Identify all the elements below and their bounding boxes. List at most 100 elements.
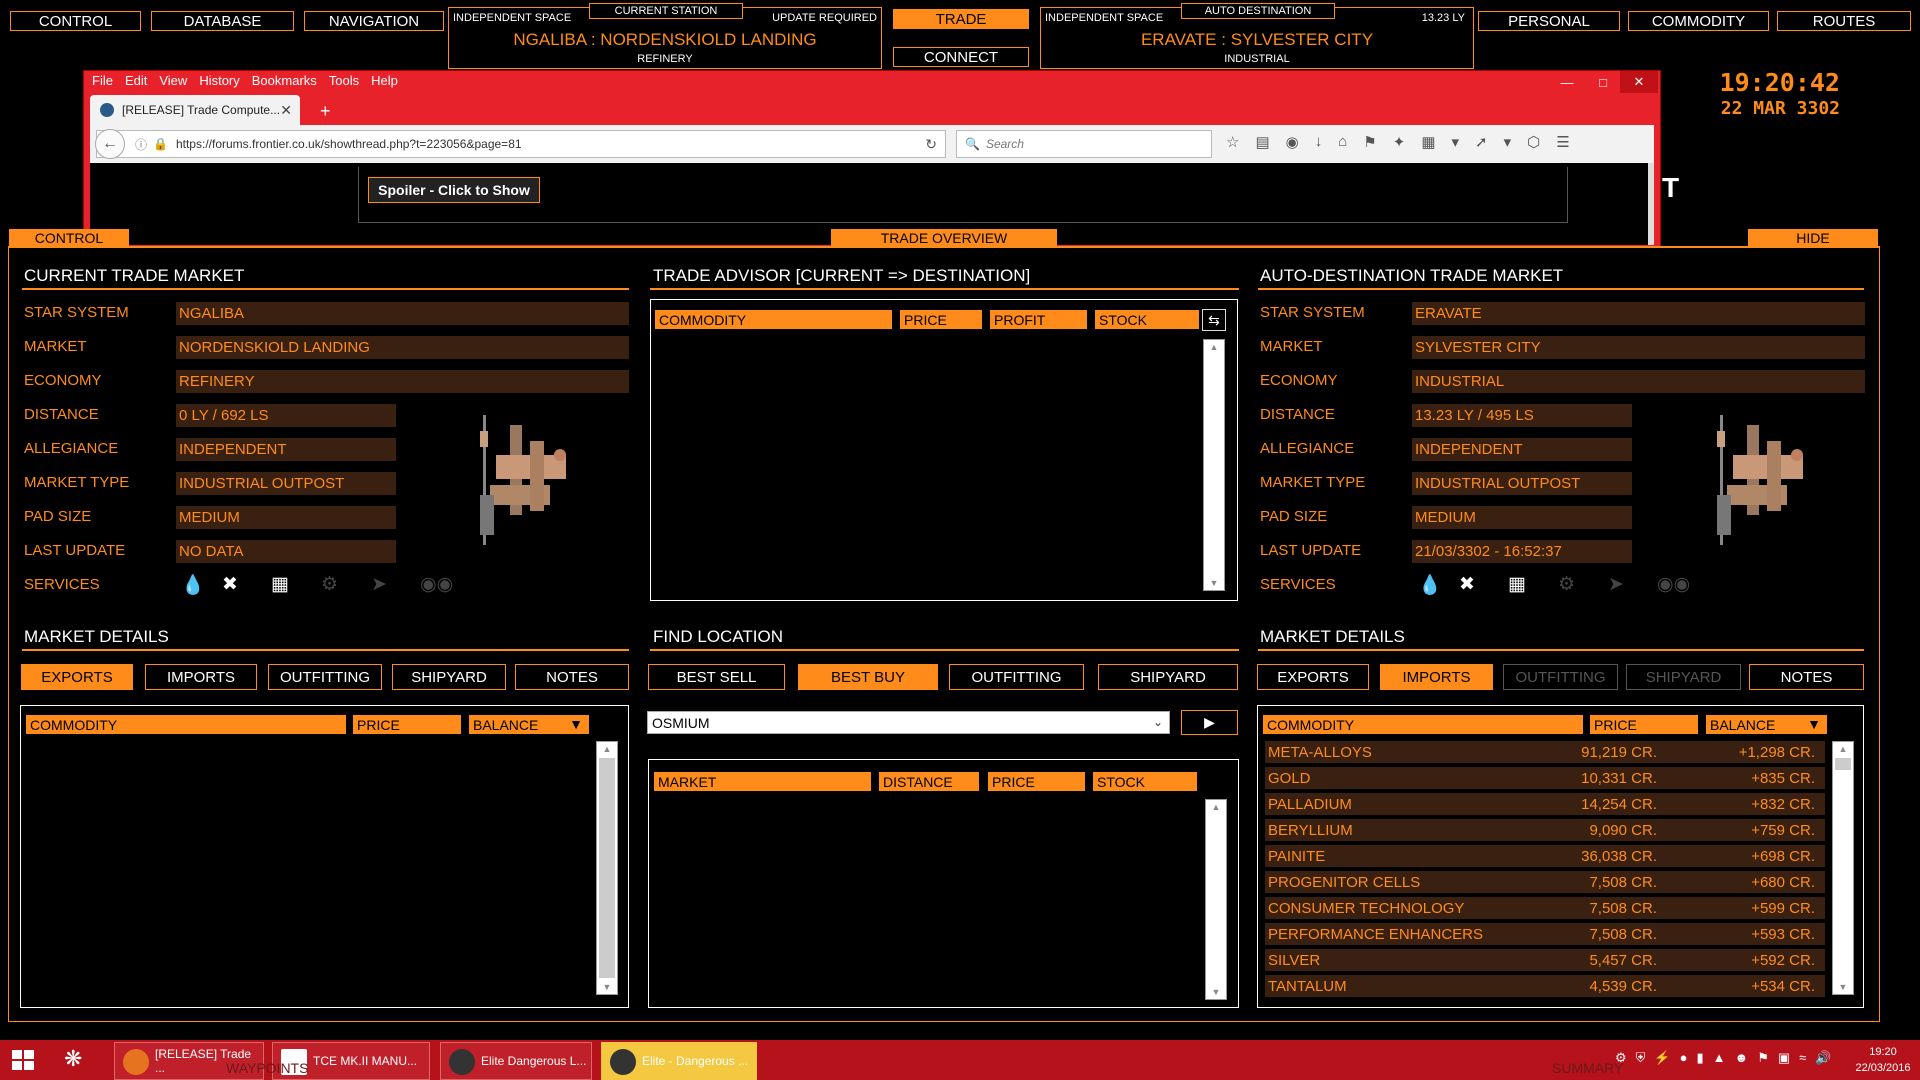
- table-row[interactable]: GOLD 10,331 CR. +835 CR.: [1265, 767, 1825, 789]
- sort-down-icon[interactable]: ▼: [569, 716, 583, 732]
- right-header-price[interactable]: PRICE: [1590, 715, 1698, 734]
- reading-list-icon[interactable]: ▤: [1255, 133, 1269, 151]
- left-notes-tab[interactable]: NOTES: [515, 664, 629, 690]
- tray-user-icon[interactable]: ☻: [1735, 1050, 1749, 1066]
- scroll-thumb[interactable]: [599, 758, 615, 978]
- hamburger-menu-icon[interactable]: ☰: [1556, 133, 1569, 151]
- addon-puzzle-icon[interactable]: ✦: [1393, 133, 1406, 151]
- close-window-icon[interactable]: ✕: [1620, 71, 1658, 93]
- menu-bookmarks[interactable]: Bookmarks: [252, 73, 317, 91]
- scroll-down-icon[interactable]: ▼: [1206, 987, 1226, 997]
- find-header-distance[interactable]: DISTANCE: [879, 772, 979, 791]
- table-row[interactable]: META-ALLOYS 91,219 CR. +1,298 CR.: [1265, 741, 1825, 763]
- scroll-up-icon[interactable]: ▲: [1204, 342, 1224, 352]
- scroll-down-icon[interactable]: ▼: [1204, 578, 1224, 588]
- new-tab-icon[interactable]: +: [320, 101, 331, 122]
- control-panel-tab[interactable]: CONTROL: [9, 229, 129, 247]
- menu-file[interactable]: File: [92, 73, 113, 91]
- menu-history[interactable]: History: [199, 73, 239, 91]
- right-notes-tab[interactable]: NOTES: [1749, 664, 1864, 690]
- dropdown-icon-2[interactable]: ▾: [1504, 133, 1512, 151]
- database-nav-button[interactable]: DATABASE: [151, 11, 294, 31]
- table-row[interactable]: PALLADIUM 14,254 CR. +832 CR.: [1265, 793, 1825, 815]
- navigation-nav-button[interactable]: NAVIGATION: [304, 11, 444, 31]
- tray-monitor-icon[interactable]: ▣: [1778, 1050, 1790, 1066]
- clipboard-icon[interactable]: ▦: [1421, 133, 1435, 151]
- connect-button[interactable]: CONNECT: [893, 47, 1029, 67]
- find-header-market[interactable]: MARKET: [654, 772, 871, 791]
- swap-direction-icon[interactable]: ⇆: [1202, 309, 1226, 331]
- tray-gear-icon[interactable]: ⚙: [1615, 1050, 1627, 1066]
- search-play-button[interactable]: ▶: [1181, 710, 1238, 735]
- taskbar-elite-launcher[interactable]: Elite Dangerous L...: [440, 1042, 592, 1080]
- left-exports-tab[interactable]: EXPORTS: [21, 664, 133, 690]
- menu-view[interactable]: View: [159, 73, 187, 91]
- taskbar-clock[interactable]: 19:20 22/03/2016: [1850, 1044, 1916, 1076]
- sort-down-icon[interactable]: ▼: [1807, 716, 1821, 732]
- right-market-scrollbar[interactable]: ▲ ▼: [1832, 741, 1854, 995]
- left-market-scrollbar[interactable]: ▲ ▼: [596, 741, 618, 995]
- scroll-down-icon[interactable]: ▼: [1833, 982, 1853, 992]
- tray-app-icon[interactable]: ●: [1680, 1050, 1688, 1066]
- info-icon[interactable]: ⓘ: [135, 136, 147, 153]
- table-row[interactable]: SILVER 5,457 CR. +592 CR.: [1265, 949, 1825, 971]
- home-icon[interactable]: ⌂: [1338, 133, 1347, 151]
- bookmark-star-icon[interactable]: ☆: [1226, 133, 1239, 151]
- find-outfitting-tab[interactable]: OUTFITTING: [949, 664, 1084, 690]
- right-imports-tab[interactable]: IMPORTS: [1380, 664, 1493, 690]
- hide-panel-button[interactable]: HIDE: [1748, 229, 1878, 247]
- maximize-icon[interactable]: □: [1584, 71, 1622, 93]
- best-sell-tab[interactable]: BEST SELL: [648, 664, 785, 690]
- pocket-icon[interactable]: ◉: [1286, 133, 1299, 151]
- dropdown-icon[interactable]: ▾: [1452, 133, 1460, 151]
- left-header-price[interactable]: PRICE: [353, 715, 461, 734]
- tray-volume-icon[interactable]: 🔊: [1815, 1050, 1831, 1066]
- find-location-scrollbar[interactable]: ▲ ▼: [1205, 799, 1227, 1000]
- minimize-icon[interactable]: —: [1548, 71, 1586, 93]
- tray-shield-icon[interactable]: ⛨: [1636, 1050, 1646, 1066]
- page-scrollbar[interactable]: [1648, 163, 1654, 245]
- find-shipyard-tab[interactable]: SHIPYARD: [1098, 664, 1238, 690]
- right-exports-tab[interactable]: EXPORTS: [1257, 664, 1369, 690]
- scroll-down-icon[interactable]: ▼: [597, 982, 617, 992]
- spoiler-button[interactable]: Spoiler - Click to Show: [368, 177, 540, 203]
- taskbar-elite-game[interactable]: Elite - Dangerous ...: [601, 1042, 757, 1080]
- left-shipyard-tab[interactable]: SHIPYARD: [392, 664, 506, 690]
- advisor-header-price[interactable]: PRICE: [900, 310, 982, 329]
- find-header-price[interactable]: PRICE: [988, 772, 1085, 791]
- app-launcher-icon[interactable]: ❋: [64, 1046, 94, 1076]
- sync-icon[interactable]: ➚: [1475, 133, 1488, 151]
- right-header-commodity[interactable]: COMMODITY: [1263, 715, 1583, 734]
- left-header-commodity[interactable]: COMMODITY: [26, 715, 346, 734]
- windows-start-icon[interactable]: [12, 1050, 36, 1072]
- addon-flag-icon[interactable]: ⚑: [1363, 133, 1376, 151]
- table-row[interactable]: TANTALUM 4,539 CR. +534 CR.: [1265, 975, 1825, 997]
- left-header-balance[interactable]: BALANCE ▼: [469, 715, 589, 734]
- tray-network-icon[interactable]: ▲: [1713, 1050, 1726, 1066]
- menu-edit[interactable]: Edit: [125, 73, 147, 91]
- reload-icon[interactable]: ↻: [925, 136, 937, 153]
- commodity-nav-button[interactable]: COMMODITY: [1628, 11, 1769, 31]
- search-box[interactable]: 🔍 Search: [956, 130, 1212, 158]
- scroll-up-icon[interactable]: ▲: [1833, 744, 1853, 754]
- tray-flag-icon[interactable]: ⚑: [1757, 1050, 1769, 1066]
- table-row[interactable]: PROGENITOR CELLS 7,508 CR. +680 CR.: [1265, 871, 1825, 893]
- browser-tab[interactable]: [RELEASE] Trade Compute... ✕: [90, 95, 300, 125]
- table-row[interactable]: BERYLLIUM 9,090 CR. +759 CR.: [1265, 819, 1825, 841]
- scroll-thumb[interactable]: [1835, 758, 1851, 770]
- scroll-up-icon[interactable]: ▲: [597, 744, 617, 754]
- tab-close-icon[interactable]: ✕: [280, 102, 292, 119]
- right-shipyard-tab[interactable]: SHIPYARD: [1626, 664, 1741, 690]
- menu-tools[interactable]: Tools: [329, 73, 359, 91]
- tray-wifi-icon[interactable]: ≈: [1799, 1050, 1806, 1066]
- back-icon[interactable]: ←: [95, 129, 125, 159]
- right-header-balance[interactable]: BALANCE ▼: [1706, 715, 1827, 734]
- right-outfitting-tab[interactable]: OUTFITTING: [1503, 664, 1618, 690]
- personal-nav-button[interactable]: PERSONAL: [1478, 11, 1620, 31]
- left-imports-tab[interactable]: IMPORTS: [145, 664, 257, 690]
- menu-help[interactable]: Help: [371, 73, 398, 91]
- tray-usb-icon[interactable]: ⚡: [1654, 1050, 1670, 1066]
- commodity-select[interactable]: OSMIUM ⌄: [647, 711, 1170, 734]
- advisor-header-commodity[interactable]: COMMODITY: [655, 310, 892, 329]
- find-header-stock[interactable]: STOCK: [1093, 772, 1197, 791]
